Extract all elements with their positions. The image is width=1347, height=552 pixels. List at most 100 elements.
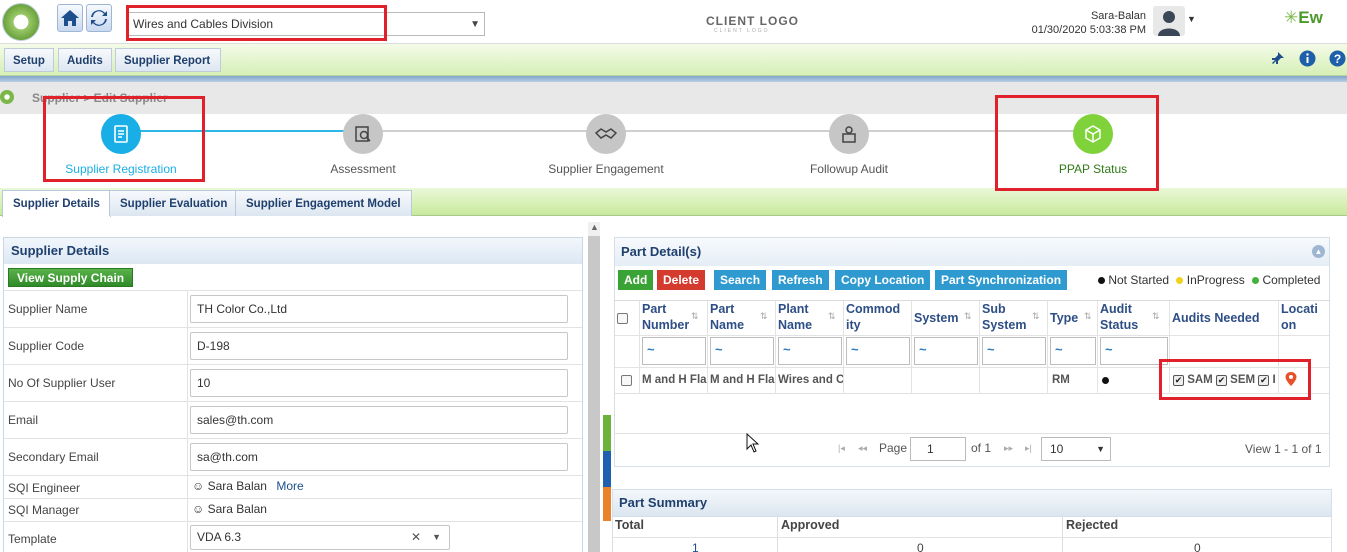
col-location[interactable]: Locati on <box>1281 301 1318 335</box>
app-logo-icon[interactable] <box>2 3 40 41</box>
status-legend: Not Started InProgress Completed <box>1098 273 1320 287</box>
filter-sub-system[interactable]: ~ <box>982 337 1046 365</box>
menu-setup[interactable]: Setup <box>4 48 54 72</box>
summary-row-border <box>613 537 1331 538</box>
delete-button[interactable]: Delete <box>657 270 706 290</box>
audit-sem-label: SEM <box>1230 374 1256 386</box>
page-number-input[interactable]: 1 <box>910 437 966 461</box>
step-supplier-engagement[interactable]: Supplier Engagement <box>506 114 706 176</box>
step-ppap-status[interactable]: PPAP Status <box>993 114 1193 176</box>
copy-location-button[interactable]: Copy Location <box>835 270 931 290</box>
col-audits-needed[interactable]: Audits Needed <box>1172 310 1260 344</box>
col-text: Audit <box>1100 302 1132 316</box>
col-audit-status[interactable]: Audit Status <box>1100 301 1138 335</box>
filter-row-border <box>615 335 1329 336</box>
step-followup-audit[interactable]: Followup Audit <box>749 114 949 176</box>
sort-icon[interactable]: ⇅ <box>760 311 768 322</box>
pin-icon[interactable] <box>1269 51 1285 67</box>
page-label: Page <box>879 441 908 455</box>
sem-checkbox[interactable]: ✔ <box>1215 375 1227 386</box>
info-icon[interactable] <box>1299 50 1316 67</box>
filter-part-number[interactable]: ~ <box>642 337 706 365</box>
prev-page-icon[interactable]: ◂◂ <box>858 443 867 454</box>
sqi-engineer-name: Sara Balan <box>207 479 267 493</box>
sort-icon[interactable]: ⇅ <box>691 311 699 322</box>
filter-type[interactable]: ~ <box>1050 337 1096 365</box>
page-size-select[interactable]: 10 ▼ <box>1041 437 1111 461</box>
row-border <box>615 393 1329 394</box>
select-all-checkbox[interactable] <box>617 313 628 324</box>
email-input[interactable]: sales@th.com <box>190 406 568 434</box>
secondary-email-input[interactable]: sa@th.com <box>190 443 568 471</box>
col-plant-name[interactable]: Plant Name <box>778 301 812 335</box>
sqi-manager-value: ☺ Sara Balan <box>192 502 267 516</box>
search-button[interactable]: Search <box>714 270 767 290</box>
supplier-code-input[interactable]: D-198 <box>190 332 568 360</box>
audit3-checkbox[interactable]: ✔ <box>1258 375 1270 386</box>
location-pin-icon[interactable] <box>1284 371 1298 387</box>
sqi-engineer-more-link[interactable]: More <box>276 479 303 493</box>
legend-in-progress: InProgress <box>1186 273 1245 287</box>
user-menu-caret-icon[interactable]: ▼ <box>1187 14 1196 24</box>
user-name: Sara-Balan <box>1090 10 1146 22</box>
summary-col-total: Total <box>615 518 644 532</box>
cell-part-number[interactable]: M and H Fla <box>642 374 708 386</box>
menu-supplier-report[interactable]: Supplier Report <box>115 48 221 72</box>
scrollbar-thumb[interactable] <box>588 236 600 552</box>
part-summary-title: Part Summary <box>613 490 1331 516</box>
add-button[interactable]: Add <box>618 270 654 290</box>
cube-icon <box>1073 114 1113 154</box>
next-page-icon[interactable]: ▸▸ <box>1004 443 1013 454</box>
filter-commodity[interactable]: ~ <box>846 337 910 365</box>
collapse-icon[interactable]: ▲ <box>1312 245 1325 258</box>
scroll-up-icon[interactable]: ▲ <box>590 222 599 232</box>
refresh-app-button[interactable] <box>86 4 112 32</box>
home-button[interactable] <box>57 4 83 32</box>
help-icon[interactable]: ? <box>1329 50 1346 67</box>
summary-approved-value: 0 <box>917 541 924 552</box>
chevron-down-icon: ▼ <box>1096 444 1105 454</box>
cell-type: RM <box>1052 374 1070 386</box>
step-assessment[interactable]: Assessment <box>263 114 463 176</box>
page-count: of 1 <box>971 441 992 455</box>
sort-icon[interactable]: ⇅ <box>1152 311 1160 322</box>
supplier-user-count-input[interactable]: 10 <box>190 369 568 397</box>
summary-total-value[interactable]: 1 <box>692 541 699 552</box>
clear-icon[interactable]: ✕ <box>411 526 421 549</box>
tab-supplier-engagement-model[interactable]: Supplier Engagement Model <box>235 190 412 216</box>
col-part-name[interactable]: Part Name <box>710 301 744 335</box>
template-select[interactable]: VDA 6.3 ✕ ▼ <box>190 525 450 550</box>
breadcrumb-home-icon[interactable] <box>0 90 14 104</box>
chevron-down-icon[interactable]: ▼ <box>432 526 441 549</box>
last-page-icon[interactable]: ▸| <box>1025 443 1032 454</box>
step-supplier-registration[interactable]: Supplier Registration <box>21 114 221 176</box>
col-text: Plant <box>778 302 809 316</box>
row-checkbox[interactable] <box>621 375 632 386</box>
division-select[interactable]: Wires and Cables Division ▼ <box>128 12 485 36</box>
col-part-number[interactable]: Part Number <box>642 301 689 335</box>
tab-supplier-details[interactable]: Supplier Details <box>2 190 111 217</box>
col-divider <box>843 301 844 393</box>
refresh-button[interactable]: Refresh <box>772 270 829 290</box>
assessment-icon <box>343 114 383 154</box>
sort-icon[interactable]: ⇅ <box>1032 311 1040 322</box>
filter-part-name[interactable]: ~ <box>710 337 774 365</box>
view-supply-chain-button[interactable]: View Supply Chain <box>8 268 134 287</box>
sort-icon[interactable]: ⇅ <box>1084 311 1092 322</box>
col-sub-system[interactable]: Sub System <box>982 301 1026 335</box>
filter-plant-name[interactable]: ~ <box>778 337 842 365</box>
col-commodity[interactable]: Commod ity <box>846 301 900 335</box>
supplier-name-input[interactable]: TH Color Co.,Ltd <box>190 295 568 323</box>
first-page-icon[interactable]: |◂ <box>838 443 845 454</box>
tab-supplier-evaluation[interactable]: Supplier Evaluation <box>109 190 239 216</box>
menu-audits[interactable]: Audits <box>58 48 112 72</box>
filter-audit-status[interactable]: ~ <box>1100 337 1168 365</box>
summary-rejected-value: 0 <box>1194 541 1201 552</box>
sam-checkbox[interactable]: ✔ <box>1173 375 1184 386</box>
part-sync-button[interactable]: Part Synchronization <box>935 270 1068 290</box>
avatar[interactable] <box>1153 6 1185 36</box>
sort-icon[interactable]: ⇅ <box>964 311 972 322</box>
col-text: Status <box>1100 318 1139 332</box>
filter-system[interactable]: ~ <box>914 337 978 365</box>
sort-icon[interactable]: ⇅ <box>828 311 836 322</box>
